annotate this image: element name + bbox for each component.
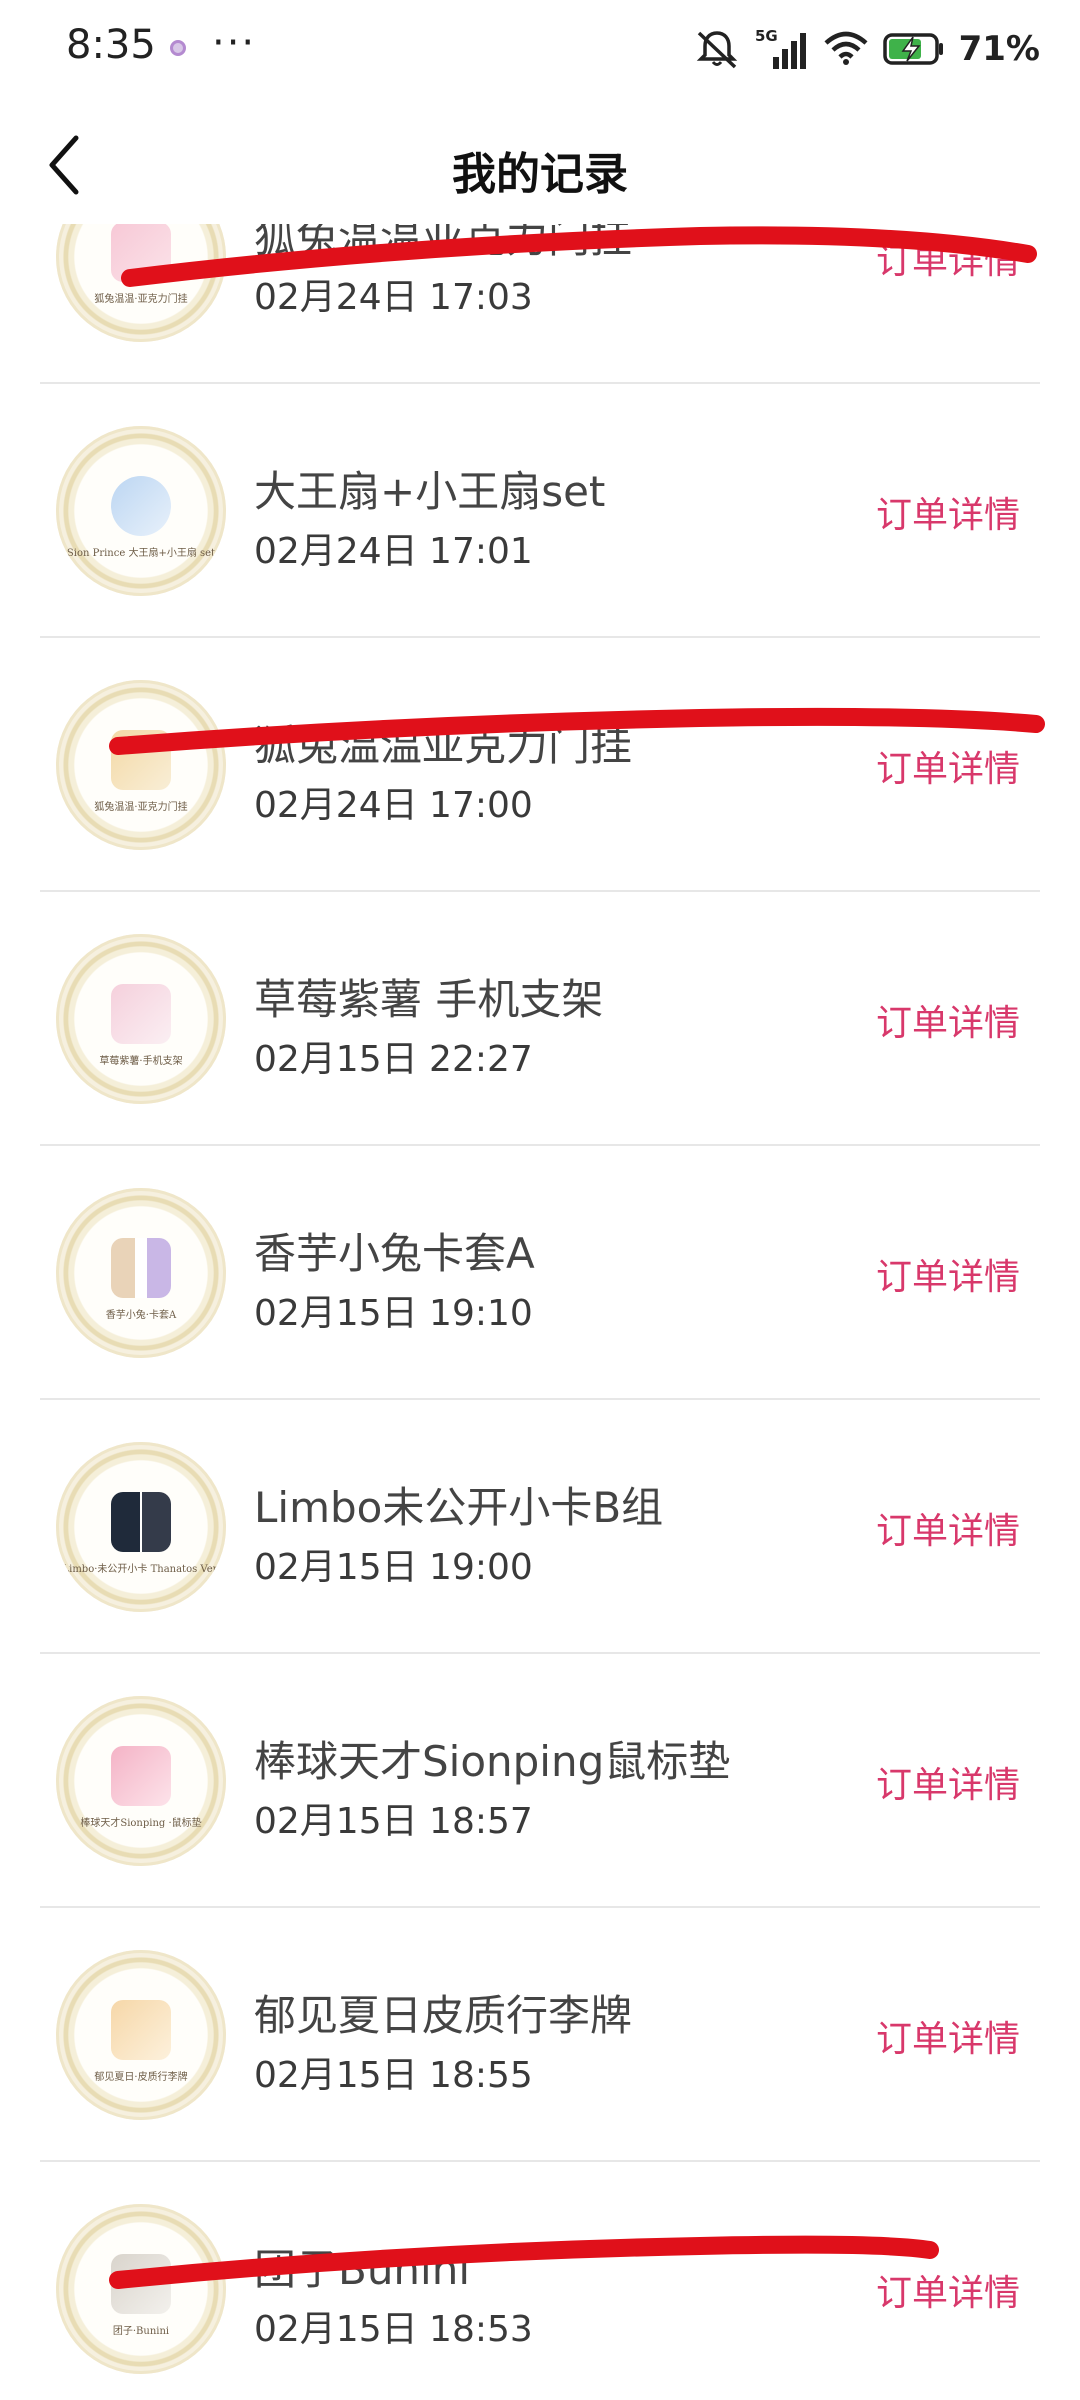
record-date: 02月15日 18:57 xyxy=(254,1801,533,1842)
list-item[interactable]: 香芋小兔·卡套A 香芋小兔卡套A 02月15日 19:10 订单详情 xyxy=(40,1146,1040,1400)
list-item[interactable]: 棒球天才Sionping ·鼠标垫 棒球天才Sionping鼠标垫 02月15日… xyxy=(40,1654,1040,1908)
record-date: 02月15日 22:27 xyxy=(254,1039,533,1080)
order-detail-link[interactable]: 订单详情 xyxy=(876,994,1020,1046)
list-item[interactable]: Sion Prince 大王扇+小王扇 set 大王扇+小王扇set 02月24… xyxy=(40,384,1040,638)
order-detail-link[interactable]: 订单详情 xyxy=(876,2264,1020,2316)
mute-icon xyxy=(695,29,739,69)
record-date: 02月15日 19:00 xyxy=(254,1547,533,1588)
page-title: 我的记录 xyxy=(452,149,628,200)
record-date: 02月15日 18:53 xyxy=(254,2309,533,2350)
list-item[interactable]: 郁见夏日·皮质行李牌 郁见夏日皮质行李牌 02月15日 18:55 订单详情 xyxy=(40,1908,1040,2162)
thumbnail-caption: 狐兔温温·亚克力门挂 xyxy=(94,802,188,813)
notification-app-icon xyxy=(170,40,186,56)
more-notifications-icon: ··· xyxy=(212,20,257,66)
thumbnail-caption: 狐兔温温·亚克力门挂 xyxy=(94,294,188,305)
list-item[interactable]: 狐兔温温·亚克力门挂 狐兔温温亚克力门挂 02月24日 17:00 订单详情 xyxy=(40,638,1040,892)
record-name: 草莓紫薯 手机支架 xyxy=(254,975,604,1024)
wifi-icon xyxy=(823,31,869,67)
order-detail-link[interactable]: 订单详情 xyxy=(876,1248,1020,1300)
order-detail-link[interactable]: 订单详情 xyxy=(876,1756,1020,1808)
product-image xyxy=(111,1746,171,1806)
product-image xyxy=(111,2000,171,2060)
order-detail-link[interactable]: 订单详情 xyxy=(876,1502,1020,1554)
record-name: 香芋小兔卡套A xyxy=(254,1229,535,1278)
network-type-label: 5G xyxy=(755,27,778,45)
top-navigation-bar: 我的记录 xyxy=(0,100,1080,230)
list-item[interactable]: Limbo·未公开小卡 Thanatos Ver. Limbo未公开小卡B组 0… xyxy=(40,1400,1040,1654)
record-date: 02月24日 17:03 xyxy=(254,277,533,318)
product-image xyxy=(111,2254,171,2314)
order-detail-link[interactable]: 订单详情 xyxy=(876,740,1020,792)
thumbnail-caption: 香芋小兔·卡套A xyxy=(105,1310,177,1321)
thumbnail-caption: 棒球天才Sionping ·鼠标垫 xyxy=(80,1818,202,1829)
status-time: 8:35 xyxy=(66,22,156,68)
record-date: 02月24日 17:00 xyxy=(254,785,533,826)
product-thumbnail: Limbo·未公开小卡 Thanatos Ver. xyxy=(56,1442,226,1612)
record-date: 02月15日 19:10 xyxy=(254,1293,533,1334)
product-image xyxy=(111,1238,171,1298)
product-image xyxy=(111,730,171,790)
product-image xyxy=(111,224,171,282)
thumbnail-caption: 团子·Bunini xyxy=(112,2326,170,2337)
order-detail-link[interactable]: 订单详情 xyxy=(876,2010,1020,2062)
product-image xyxy=(111,476,171,536)
record-date: 02月15日 18:55 xyxy=(254,2055,533,2096)
record-name: 棒球天才Sionping鼠标垫 xyxy=(254,1737,731,1786)
product-thumbnail: Sion Prince 大王扇+小王扇 set xyxy=(56,426,226,596)
record-name: 大王扇+小王扇set xyxy=(254,467,606,516)
record-date: 02月24日 17:01 xyxy=(254,531,533,572)
record-name: Limbo未公开小卡B组 xyxy=(254,1483,664,1532)
product-thumbnail: 狐兔温温·亚克力门挂 xyxy=(56,680,226,850)
order-detail-link[interactable]: 订单详情 xyxy=(876,232,1020,284)
product-thumbnail: 郁见夏日·皮质行李牌 xyxy=(56,1950,226,2120)
battery-charging-icon xyxy=(882,31,945,67)
list-item[interactable]: 团子·Bunini 团子Bunini 02月15日 18:53 订单详情 xyxy=(40,2162,1040,2400)
thumbnail-caption: Sion Prince 大王扇+小王扇 set xyxy=(66,548,216,559)
thumbnail-caption: Limbo·未公开小卡 Thanatos Ver. xyxy=(62,1564,220,1575)
status-bar: 8:35 ··· 5G 71% xyxy=(0,0,1080,100)
product-image xyxy=(111,984,171,1044)
thumbnail-caption: 郁见夏日·皮质行李牌 xyxy=(94,2072,188,2083)
record-name: 狐兔温温亚克力门挂 xyxy=(254,721,633,770)
record-name: 团子Bunini xyxy=(254,2245,471,2294)
list-item[interactable]: 草莓紫薯·手机支架 草莓紫薯 手机支架 02月15日 22:27 订单详情 xyxy=(40,892,1040,1146)
record-list[interactable]: 狐兔温温·亚克力门挂 狐兔温温亚克力门挂 02月24日 17:03 订单详情 S… xyxy=(0,224,1080,2400)
product-thumbnail: 团子·Bunini xyxy=(56,2204,226,2374)
product-thumbnail: 香芋小兔·卡套A xyxy=(56,1188,226,1358)
product-image xyxy=(111,1492,171,1552)
product-thumbnail: 草莓紫薯·手机支架 xyxy=(56,934,226,1104)
battery-level: 71% xyxy=(958,29,1040,69)
product-thumbnail: 棒球天才Sionping ·鼠标垫 xyxy=(56,1696,226,1866)
thumbnail-caption: 草莓紫薯·手机支架 xyxy=(99,1056,183,1067)
record-name: 郁见夏日皮质行李牌 xyxy=(254,1991,633,2040)
cellular-signal-icon: 5G xyxy=(753,27,809,71)
order-detail-link[interactable]: 订单详情 xyxy=(876,486,1020,538)
